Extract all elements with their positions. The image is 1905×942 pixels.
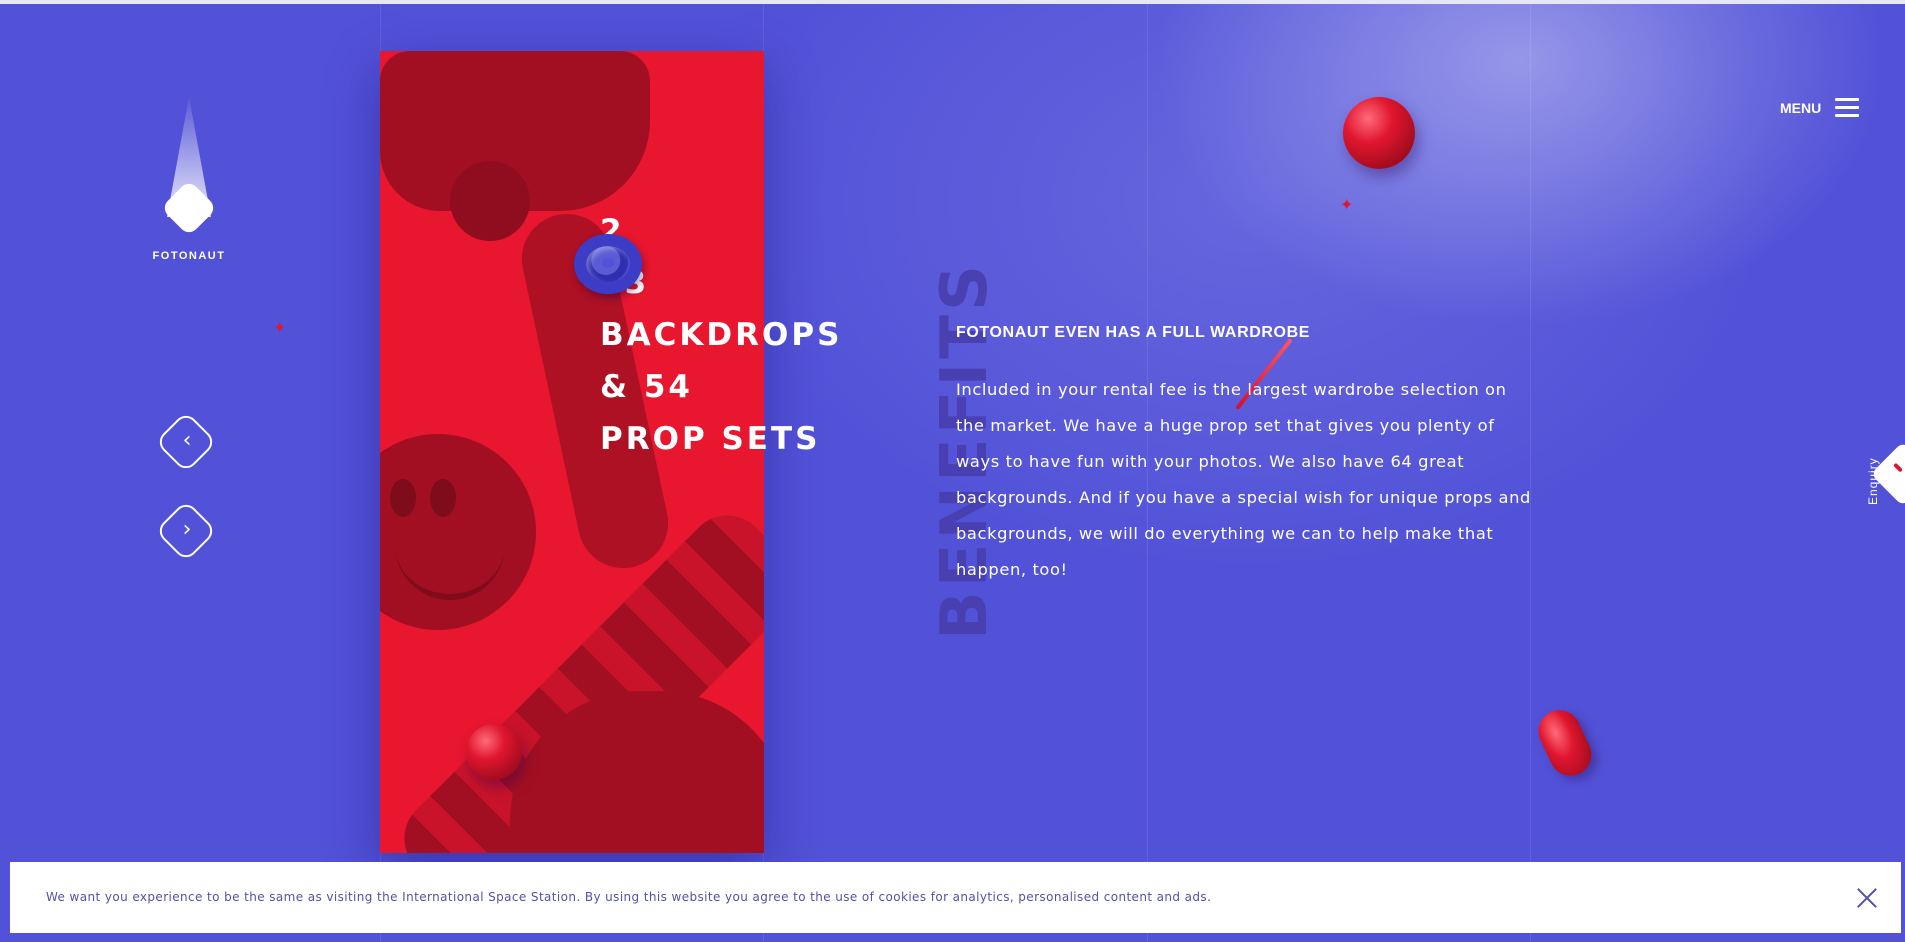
- top-border: [0, 0, 1905, 4]
- red-sphere-decoration: [1343, 97, 1415, 169]
- slide-title-line: 63: [600, 257, 900, 309]
- section-heading: FOTONAUT EVEN HAS A FULL WARDROBE: [956, 324, 1311, 341]
- menu-button[interactable]: MENU: [1780, 96, 1860, 120]
- menu-label: MENU: [1780, 100, 1822, 116]
- sparkle-icon: ✦: [273, 318, 287, 337]
- brand-name: FOTONAUT: [152, 250, 226, 262]
- slide-title-line: PROP SETS: [600, 421, 821, 457]
- chevron-left-icon: ‹: [182, 428, 192, 453]
- smiley-eye: [390, 479, 416, 517]
- red-sphere-decoration: [466, 724, 522, 780]
- blue-torus-decoration: [574, 234, 642, 294]
- close-icon[interactable]: [1854, 885, 1880, 911]
- smiley-eye: [430, 479, 456, 517]
- smiley-face-illustration: [380, 434, 536, 630]
- previous-slide-button[interactable]: ‹: [152, 408, 222, 478]
- toy-wheel: [450, 161, 530, 241]
- enquiry-link[interactable]: Enquiry: [1856, 445, 1880, 510]
- enquiry-tab-icon: [1893, 462, 1903, 473]
- slide-index: 2: [600, 213, 625, 249]
- hamburger-icon: [1835, 98, 1859, 118]
- brand-logo[interactable]: FOTONAUT: [153, 97, 224, 267]
- slide-title: 2 63 BACKDROPS & 54 PROP SETS: [600, 205, 900, 465]
- smiley-mouth: [395, 519, 505, 600]
- sparkle-icon: ✦: [1340, 195, 1354, 214]
- chevron-right-icon: ›: [182, 517, 192, 542]
- logo-diamond-icon: [160, 179, 218, 237]
- slide-title-line: BACKDROPS: [600, 317, 843, 353]
- next-slide-button[interactable]: ›: [152, 497, 222, 567]
- slide-title-line: & 54: [600, 369, 693, 405]
- cookie-message: We want you experience to be the same as…: [46, 890, 1212, 904]
- cookie-banner: We want you experience to be the same as…: [10, 862, 1901, 933]
- section-body: Included in your rental fee is the large…: [956, 380, 1531, 579]
